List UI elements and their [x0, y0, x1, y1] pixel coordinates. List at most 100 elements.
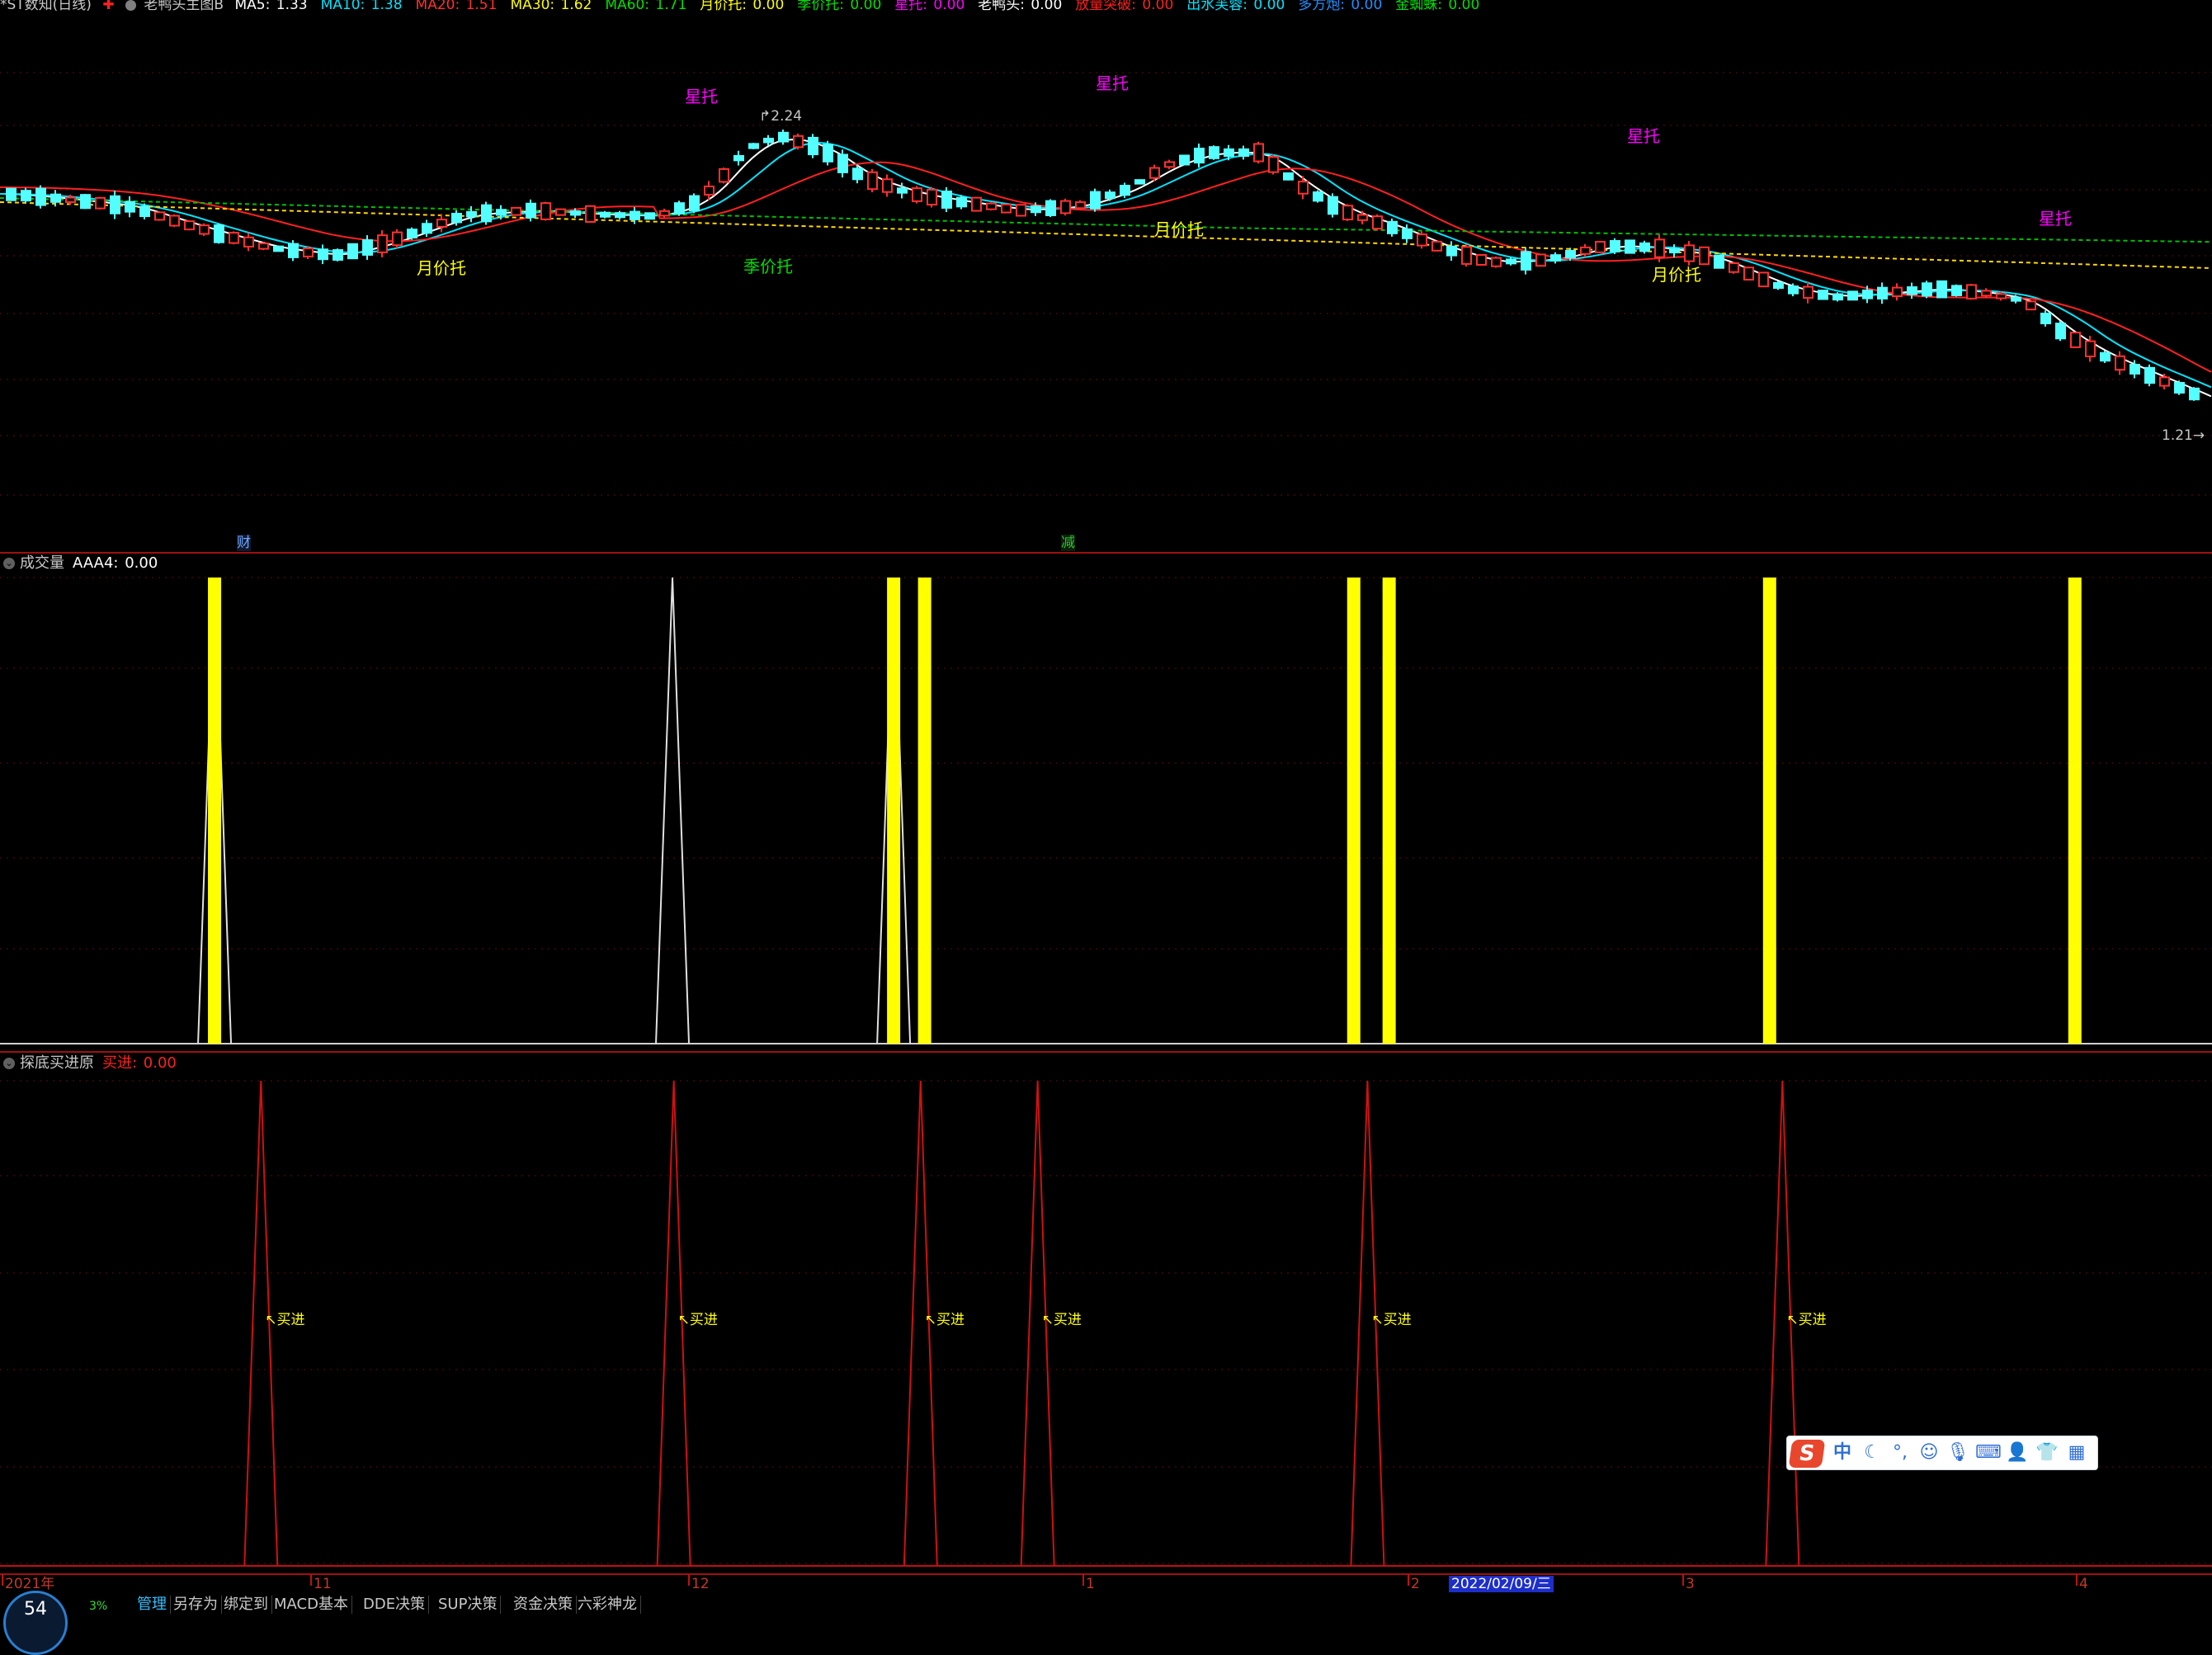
ma5-line	[0, 139, 2212, 398]
bottom-tab[interactable]: MACD基本	[271, 1596, 352, 1614]
volume-indicator-values: AAA4: 0.00	[73, 554, 174, 572]
candle-body	[125, 200, 135, 213]
date-axis-label: 2021年	[5, 1576, 55, 1592]
candle-body	[139, 205, 150, 218]
candle-body	[154, 211, 165, 221]
candle-body	[2070, 332, 2081, 348]
candle-body	[1134, 179, 1145, 185]
signal-annotation: 季价托	[743, 257, 793, 276]
emoji-icon[interactable]: ☺	[1917, 1441, 1941, 1464]
punctuation-icon[interactable]: °,	[1888, 1441, 1913, 1464]
aaa4-spike	[655, 577, 691, 1044]
candle-body	[1149, 167, 1160, 179]
buy-label: ↖买进	[1786, 1312, 1827, 1328]
candle-body	[719, 167, 729, 183]
candle-body	[1818, 290, 1828, 300]
candle-body	[288, 243, 299, 258]
candle-body	[823, 144, 833, 163]
bottom-tab[interactable]: 绑定到	[220, 1596, 272, 1614]
buy-label: ↖买进	[924, 1312, 965, 1328]
collapse-icon[interactable]: ⌄	[3, 1058, 15, 1069]
bottom-tab[interactable]: 六彩神龙	[574, 1596, 641, 1614]
bottom-indicator-values: 买进: 0.00	[102, 1054, 193, 1072]
bottom-tab[interactable]: 资金决策	[510, 1596, 577, 1614]
skin-icon[interactable]: 👕	[2035, 1441, 2059, 1464]
candle-body	[793, 134, 804, 149]
candle-body	[778, 131, 789, 143]
candle-body	[1877, 286, 1888, 299]
date-axis-label: 12	[691, 1576, 710, 1592]
candle-body	[1654, 238, 1665, 258]
user-icon[interactable]: 👤	[2005, 1441, 2030, 1464]
candle-body	[362, 239, 373, 256]
candle-body	[2144, 366, 2155, 384]
date-axis-label: 1	[1086, 1576, 1095, 1592]
chinese-mode-icon[interactable]: 中	[1830, 1441, 1855, 1464]
candle-body	[1328, 196, 1338, 215]
candle-body	[169, 215, 180, 227]
candle-body	[630, 210, 640, 220]
date-tick	[2076, 1574, 2078, 1586]
candle-body	[243, 236, 254, 248]
bottom-tab[interactable]: SUP决策	[435, 1596, 502, 1614]
candle-body	[1491, 257, 1502, 267]
bottom-tab[interactable]: 管理	[134, 1596, 171, 1614]
candle-body	[1268, 156, 1279, 173]
candle-body	[1803, 285, 1813, 299]
candle-body	[466, 210, 477, 218]
candle-body	[481, 204, 492, 223]
candle-body	[214, 224, 224, 243]
volume-signal-bar	[208, 578, 222, 1044]
candle-body	[912, 187, 922, 202]
candle-body	[1031, 205, 1041, 214]
signal-annotation: 星托	[1627, 126, 1660, 146]
ma10-line	[0, 141, 2212, 389]
candle-body	[1045, 200, 1056, 216]
candle-body	[1313, 191, 1323, 202]
candle-body	[1105, 191, 1115, 200]
candle-body	[1194, 148, 1205, 164]
marker-cai[interactable]: 财	[237, 535, 251, 551]
candle-body	[1075, 201, 1086, 210]
candle-body	[659, 210, 670, 217]
candle-body	[867, 171, 878, 191]
date-tick	[1682, 1574, 1684, 1586]
apps-icon[interactable]: ▦	[2064, 1441, 2089, 1464]
volume-item: AAA4: 0.00	[73, 554, 166, 572]
mic-icon[interactable]: 🎙	[1946, 1441, 1970, 1464]
bottom-tab[interactable]: 另存为	[170, 1596, 222, 1614]
candle-body	[1342, 205, 1353, 221]
status-circle[interactable]: 54	[3, 1591, 68, 1655]
candle-body	[318, 248, 328, 261]
marker-jian[interactable]: 减	[1061, 535, 1075, 551]
candle-body	[1461, 246, 1472, 265]
candle-body	[95, 196, 106, 210]
date-tick	[2, 1574, 3, 1586]
candle-body	[2055, 323, 2066, 340]
signal-annotation: 月价托	[1154, 219, 1204, 239]
candle-body	[1164, 161, 1175, 168]
main-chart[interactable]	[0, 0, 2212, 1596]
candle-body	[1372, 215, 1383, 230]
moon-icon[interactable]: ☾	[1860, 1441, 1884, 1464]
candle-body	[392, 231, 403, 247]
candle-body	[1001, 203, 1012, 214]
candle-body	[1892, 286, 1903, 298]
ime-toolbar[interactable]: S 中 ☾ °, ☺ 🎙 ⌨ 👤 👕 ▦	[1786, 1436, 2098, 1470]
keyboard-icon[interactable]: ⌨	[1975, 1441, 2002, 1464]
candle-body	[1669, 248, 1680, 254]
candle-body	[21, 190, 31, 202]
candle-body	[733, 154, 744, 162]
collapse-icon[interactable]: ⌄	[3, 558, 15, 569]
candle-body	[1625, 239, 1635, 254]
candle-body	[1521, 251, 1531, 271]
candle-body	[229, 232, 239, 244]
candle-body	[1402, 228, 1413, 239]
price-low-arrow: →	[2192, 427, 2205, 444]
candle-body	[1580, 246, 1591, 255]
candle-body	[1253, 143, 1264, 163]
bottom-tab[interactable]: DDE决策	[360, 1596, 430, 1614]
candle-body	[1090, 191, 1101, 210]
candle-body	[615, 212, 625, 219]
sogou-logo-icon[interactable]: S	[1788, 1440, 1826, 1468]
